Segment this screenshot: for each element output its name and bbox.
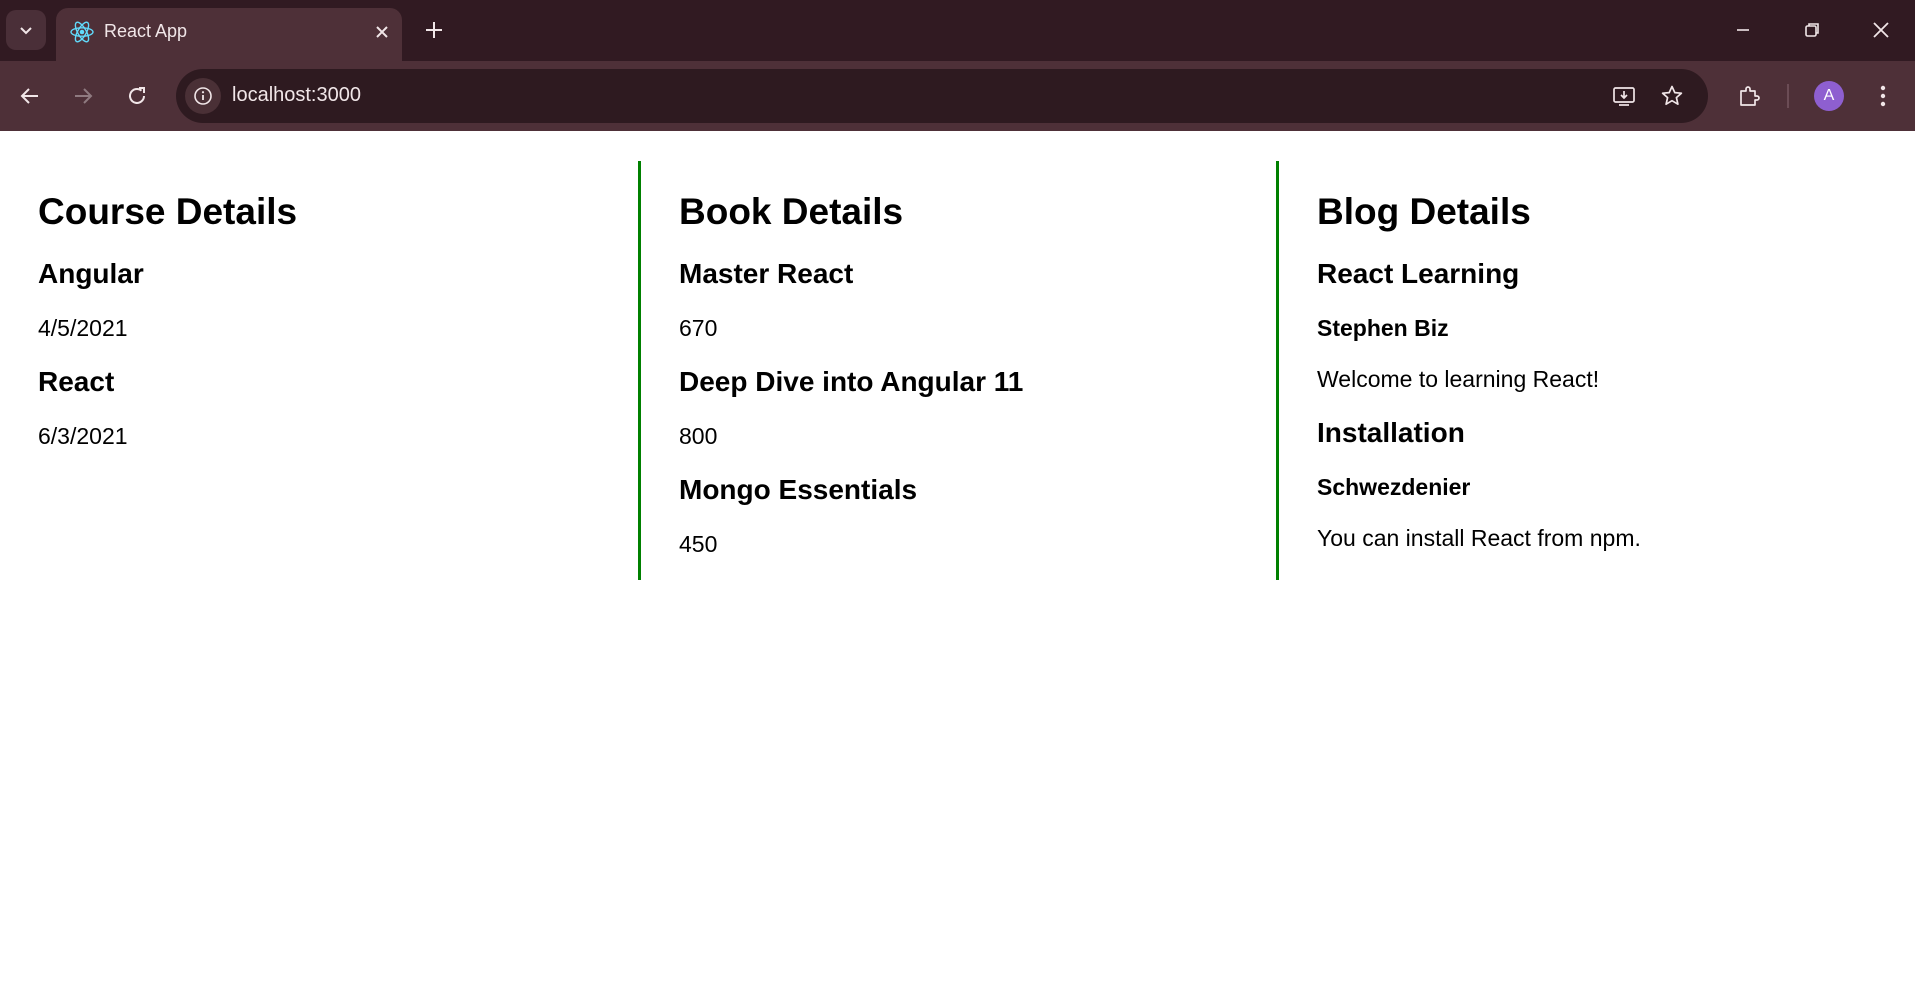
book-name: Mongo Essentials: [679, 474, 918, 505]
course-name: React: [38, 366, 115, 397]
tab-close-button[interactable]: [368, 18, 396, 46]
new-tab-button[interactable]: [418, 14, 450, 46]
address-bar[interactable]: localhost:3000: [176, 69, 1708, 123]
book-price: 800: [679, 423, 718, 449]
book-name: Deep Dive into Angular 11: [679, 366, 1024, 397]
blog-content: Welcome to learning React!: [1317, 366, 1600, 392]
book-item: Deep Dive into Angular 11 800: [679, 365, 1276, 450]
tab-title: React App: [104, 21, 188, 41]
close-icon: [376, 26, 388, 38]
blog-item: Installation Schwezdenier You can instal…: [1317, 416, 1914, 552]
book-item: Master React 670: [679, 257, 1276, 342]
browser-toolbar: localhost:3000 A: [0, 61, 1915, 131]
minimize-icon: [1737, 29, 1749, 31]
plus-icon: [426, 22, 442, 38]
restore-button[interactable]: [1785, 8, 1839, 52]
info-icon: [194, 87, 212, 105]
blog-details-section: Blog Details React Learning Stephen Biz …: [1276, 161, 1914, 580]
course-details-section: Course Details Angular 4/5/2021 React 6/…: [0, 161, 638, 580]
chevron-down-icon: [20, 27, 32, 35]
course-name: Angular: [38, 258, 144, 289]
profile-avatar[interactable]: A: [1814, 81, 1844, 111]
arrow-left-icon: [20, 88, 38, 104]
blog-content: You can install React from npm.: [1317, 525, 1641, 551]
tab-search-button[interactable]: [6, 10, 46, 50]
install-icon: [1613, 87, 1635, 106]
course-item: Angular 4/5/2021: [38, 257, 638, 342]
reload-button[interactable]: [117, 76, 157, 116]
details-columns: Course Details Angular 4/5/2021 React 6/…: [0, 161, 1915, 580]
reload-icon: [129, 87, 145, 104]
book-details-heading: Book Details: [679, 191, 904, 232]
extensions-button[interactable]: [1729, 76, 1769, 116]
forward-button[interactable]: [63, 76, 103, 116]
minimize-button[interactable]: [1716, 8, 1770, 52]
course-item: React 6/3/2021: [38, 365, 638, 450]
more-vertical-icon: [1880, 85, 1886, 107]
book-item: Mongo Essentials 450: [679, 473, 1276, 558]
close-icon: [1873, 22, 1889, 38]
close-window-button[interactable]: [1854, 8, 1908, 52]
toolbar-divider: [1787, 84, 1789, 108]
book-details-section: Book Details Master React 670 Deep Dive …: [638, 161, 1276, 580]
react-logo-icon: [70, 21, 94, 43]
blog-author: Stephen Biz: [1317, 315, 1449, 341]
bookmark-button[interactable]: [1654, 78, 1690, 114]
restore-icon: [1805, 23, 1819, 37]
page-content: Course Details Angular 4/5/2021 React 6/…: [0, 131, 1915, 1003]
book-price: 450: [679, 531, 718, 557]
back-button[interactable]: [10, 76, 50, 116]
course-date: 4/5/2021: [38, 315, 128, 341]
tab-strip: React App: [0, 0, 1915, 61]
blog-details-heading: Blog Details: [1317, 191, 1531, 232]
puzzle-icon: [1740, 86, 1760, 106]
site-info-button[interactable]: [185, 78, 221, 114]
active-tab[interactable]: React App: [56, 8, 402, 61]
star-icon: [1661, 85, 1683, 106]
blog-item: React Learning Stephen Biz Welcome to le…: [1317, 257, 1914, 393]
course-date: 6/3/2021: [38, 423, 128, 449]
blog-title: React Learning: [1317, 258, 1520, 289]
install-app-button[interactable]: [1606, 78, 1642, 114]
course-details-heading: Course Details: [38, 191, 298, 232]
blog-author: Schwezdenier: [1317, 474, 1471, 500]
blog-title: Installation: [1317, 417, 1465, 448]
arrow-right-icon: [75, 88, 93, 104]
book-name: Master React: [679, 258, 854, 289]
url-text: localhost:3000: [232, 84, 361, 106]
book-price: 670: [679, 315, 718, 341]
browser-menu-button[interactable]: [1863, 76, 1903, 116]
